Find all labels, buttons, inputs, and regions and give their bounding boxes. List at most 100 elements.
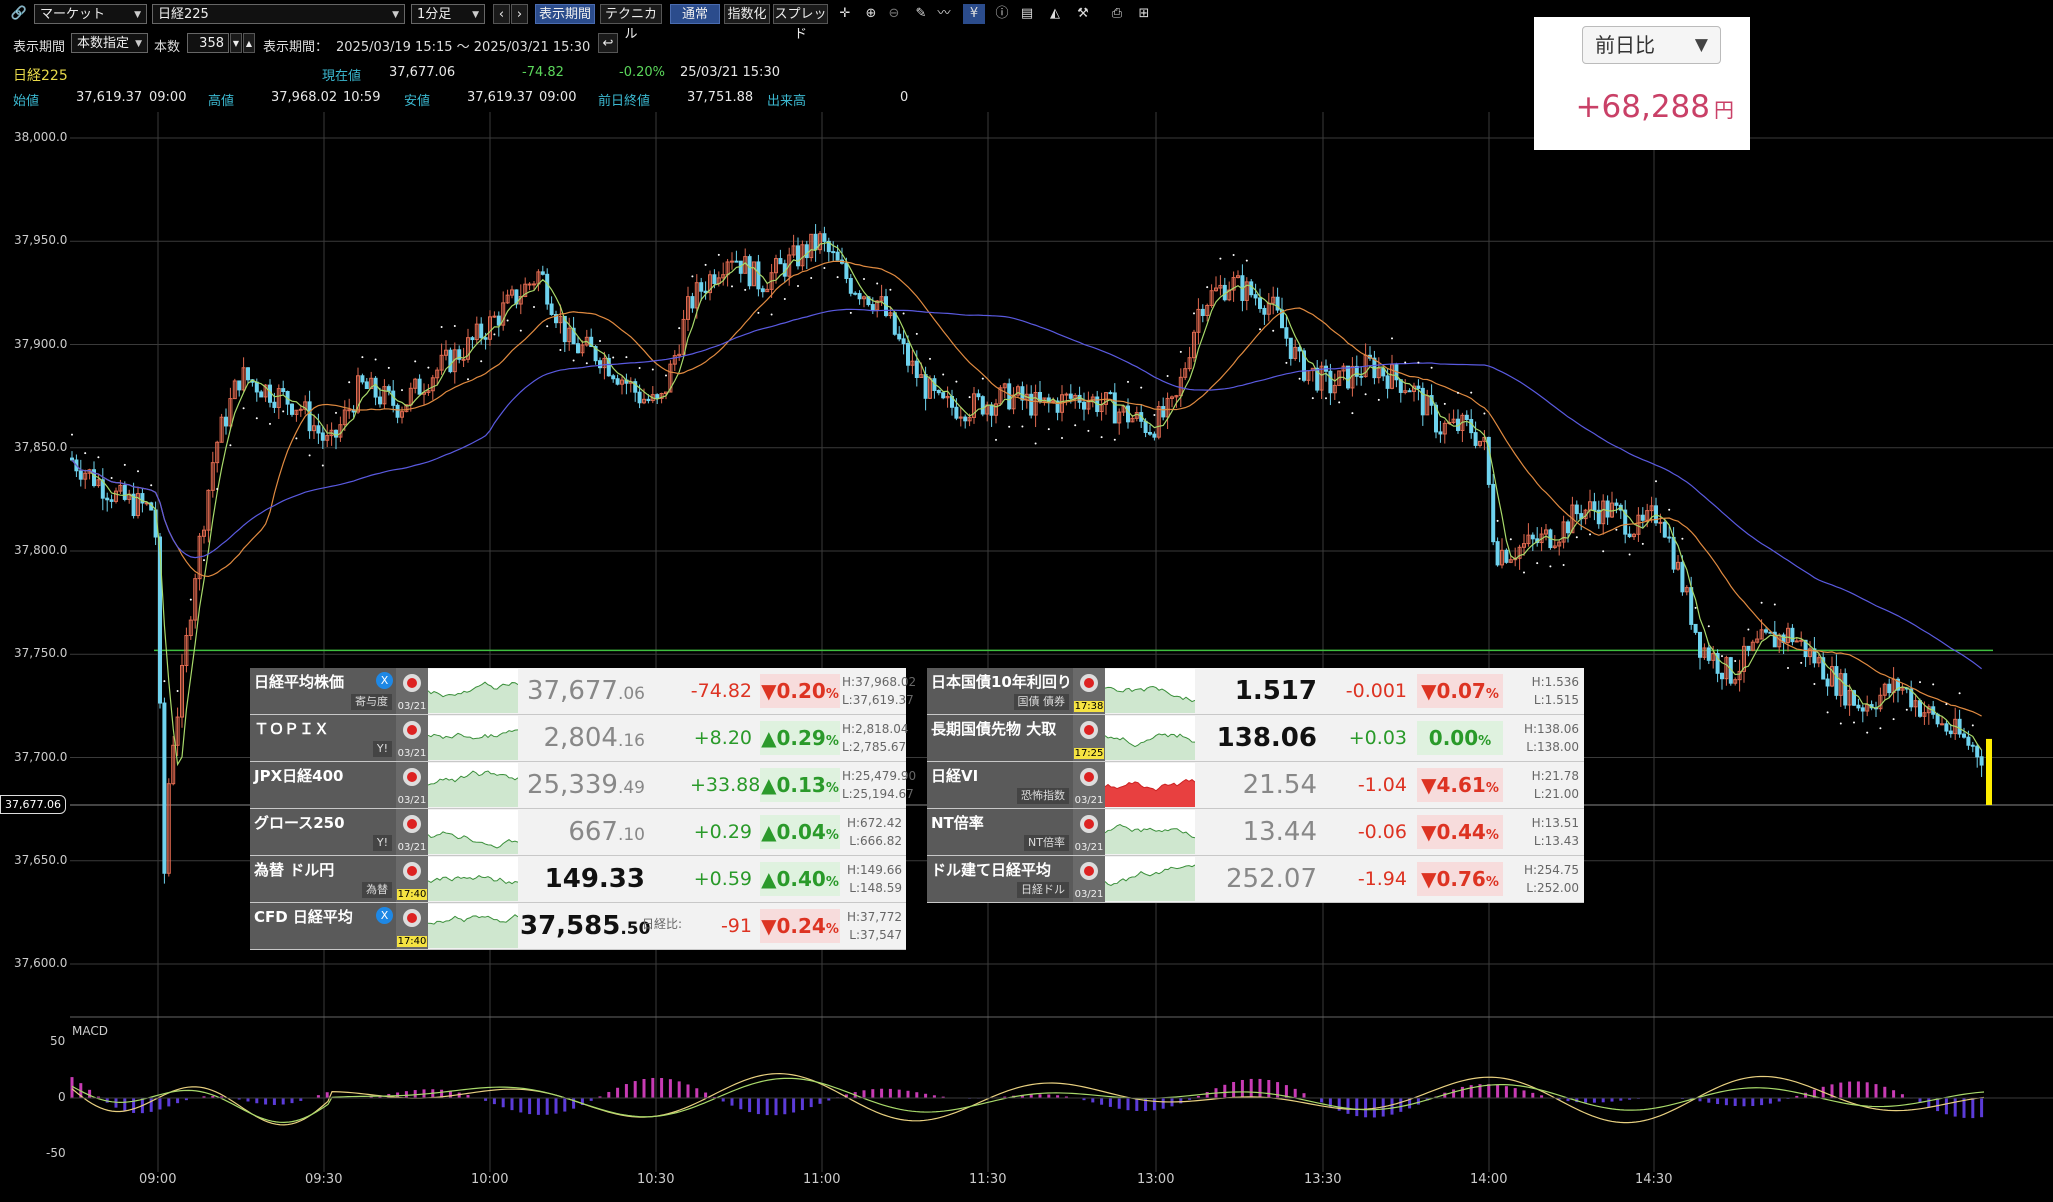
market-pct-suffix: %: [825, 922, 839, 937]
market-row[interactable]: ＴＯＰＩＸ Y! 03/21 2,804.16 +8.20 ▲0.29% H:2,818.0…: [250, 715, 909, 762]
market-name-cell[interactable]: 日本国債10年利回り 国債 債券: [927, 668, 1073, 714]
flag-icon: [1080, 862, 1098, 880]
macd-bar: [660, 1078, 664, 1098]
sar-dot: [968, 396, 971, 399]
market-sub-button[interactable]: Y!: [372, 741, 392, 757]
macd-bar: [1161, 1098, 1165, 1109]
candle-body: [1258, 297, 1262, 309]
market-name-cell[interactable]: 日経VI 恐怖指数: [927, 762, 1073, 808]
candle-body: [1834, 666, 1839, 696]
market-value: 2,804.16: [520, 715, 645, 761]
index-button[interactable]: 指数化: [724, 4, 770, 24]
market-date: 17:38: [1074, 701, 1104, 712]
trend-icon[interactable]: 〰: [933, 4, 955, 24]
macd-bar: [519, 1098, 523, 1113]
market-name-cell[interactable]: ドル建て日経平均 日経ドル: [927, 856, 1073, 902]
market-name-cell[interactable]: グロース250 Y!: [250, 809, 396, 855]
area-chart-icon[interactable]: ◭: [1044, 4, 1066, 24]
market-name-cell[interactable]: 日経平均株価 寄与度 X: [250, 668, 396, 714]
candle-body: [373, 377, 378, 398]
market-pct: ▼0.24%: [760, 909, 840, 943]
market-sub-button[interactable]: NT倍率: [1024, 835, 1069, 851]
macd-bar: [1232, 1081, 1236, 1098]
market-row[interactable]: JPX日経400 03/21 25,339.49 +33.88 ▲0.13% H:25,4…: [250, 762, 916, 809]
count-down-button[interactable]: ▼: [230, 33, 242, 53]
market-row[interactable]: 日経平均株価 寄与度 X 03/21 37,677.06 -74.82 ▼0.20% H:37…: [250, 668, 916, 715]
export-icon[interactable]: ⊞: [1133, 4, 1155, 24]
market-sub-button[interactable]: 恐怖指数: [1017, 788, 1069, 804]
spread-button[interactable]: スプレッド: [773, 4, 828, 42]
display-period-button[interactable]: 表示期間: [535, 4, 595, 24]
market-row[interactable]: 為替 ドル円 為替 17:40 149.33 +0.59 ▲0.40% H:149.66 L:…: [250, 856, 906, 903]
category-select[interactable]: マーケット ▼: [34, 4, 147, 24]
market-sparkline: [1104, 810, 1196, 854]
market-date: 03/21: [397, 795, 427, 806]
sar-dot: [810, 277, 813, 280]
market-row[interactable]: 長期国債先物 大取 17:25 138.06 +0.03 0.00% H:138.06 L:…: [927, 715, 1584, 762]
macd-bar: [88, 1089, 92, 1098]
market-row[interactable]: グロース250 Y! 03/21 667.10 +0.29 ▲0.04% H:672.42 L…: [250, 809, 906, 856]
y-tick-label: 37,600.0: [14, 956, 68, 970]
crosshair-icon[interactable]: ✛: [834, 4, 856, 24]
market-name-cell[interactable]: JPX日経400: [250, 762, 396, 808]
price-chart[interactable]: [0, 112, 2053, 1202]
sar-dot: [1760, 601, 1763, 604]
zoom-in-icon[interactable]: ⊕: [860, 4, 882, 24]
wrench-icon[interactable]: ⚒: [1072, 4, 1094, 24]
market-name-cell[interactable]: CFD 日経平均 X: [250, 903, 396, 949]
market-row[interactable]: ドル建て日経平均 日経ドル 03/21 252.07 -1.94 ▼0.76% H:254.…: [927, 856, 1584, 903]
count-input[interactable]: 358: [187, 33, 229, 53]
sar-dot: [1166, 374, 1169, 377]
normal-button[interactable]: 通常: [670, 4, 720, 24]
x-badge-icon[interactable]: X: [376, 672, 393, 689]
candle-body: [1416, 385, 1421, 389]
market-row[interactable]: CFD 日経平均 X 17:40 37,585.50 日経比: -91 ▼0.24% H:37…: [250, 903, 906, 950]
count-up-button[interactable]: ▲: [243, 33, 255, 53]
prev-button[interactable]: ‹: [493, 4, 510, 24]
candle-body: [1689, 587, 1694, 625]
market-row[interactable]: NT倍率 NT倍率 03/21 13.44 -0.06 ▼0.44% H:13.51 L:13…: [927, 809, 1584, 856]
zoom-out-icon[interactable]: ⊖: [883, 4, 905, 24]
market-name-cell[interactable]: ＴＯＰＩＸ Y!: [250, 715, 396, 761]
news-icon[interactable]: ▤: [1016, 4, 1038, 24]
candle-body: [954, 406, 959, 419]
chevron-down-icon: ▼: [472, 10, 479, 20]
market-sub-button[interactable]: 国債 債券: [1013, 694, 1069, 710]
next-button[interactable]: ›: [511, 4, 528, 24]
link-icon[interactable]: 🔗: [8, 4, 30, 24]
sar-dot: [123, 463, 126, 466]
market-sub-button[interactable]: 日経ドル: [1017, 882, 1069, 898]
reset-icon[interactable]: ↩: [598, 33, 618, 53]
interval-select[interactable]: 1分足 ▼: [411, 4, 485, 24]
market-name-cell[interactable]: 長期国債先物 大取: [927, 715, 1073, 761]
pen-icon[interactable]: ✎: [910, 4, 932, 24]
market-name-cell[interactable]: NT倍率 NT倍率: [927, 809, 1073, 855]
sar-dot: [308, 454, 311, 457]
info-icon[interactable]: ⓘ: [991, 4, 1013, 24]
candle-body: [796, 245, 800, 267]
market-high: H:254.75: [1523, 863, 1579, 877]
market-row[interactable]: 日経VI 恐怖指数 03/21 21.54 -1.04 ▼4.61% H:21.78 L:21…: [927, 762, 1584, 809]
market-sparkline: [427, 857, 519, 901]
sparkline: [1104, 733, 1196, 760]
macd-bar: [1760, 1098, 1764, 1106]
x-badge-icon[interactable]: X: [376, 907, 393, 924]
sparkline: [427, 681, 519, 713]
print-icon[interactable]: ⎙: [1106, 4, 1128, 24]
technical-button[interactable]: テクニカル: [600, 4, 662, 42]
sar-dot: [823, 267, 826, 270]
market-sub-button[interactable]: 寄与度: [351, 694, 392, 710]
macd-bar: [1522, 1090, 1526, 1098]
sar-dot: [97, 456, 100, 459]
market-sub-button[interactable]: Y!: [372, 835, 392, 851]
market-row[interactable]: 日本国債10年利回り 国債 債券 17:38 1.517 -0.001 ▼0.07% H:1…: [927, 668, 1584, 715]
candle-body: [831, 251, 836, 254]
x-tick-label: 13:00: [1137, 1172, 1175, 1187]
market-name-cell[interactable]: 為替 ドル円 為替: [250, 856, 396, 902]
symbol-select[interactable]: 日経225 ▼: [152, 4, 405, 24]
yen-icon[interactable]: ¥: [963, 4, 985, 24]
market-sub-button[interactable]: 為替: [362, 882, 392, 898]
period-mode-select[interactable]: 本数指定 ▼: [71, 33, 148, 53]
market-high-low: H:37,772 L:37,547: [842, 908, 902, 944]
gain-basis-select[interactable]: 前日比 ▼: [1582, 26, 1721, 64]
